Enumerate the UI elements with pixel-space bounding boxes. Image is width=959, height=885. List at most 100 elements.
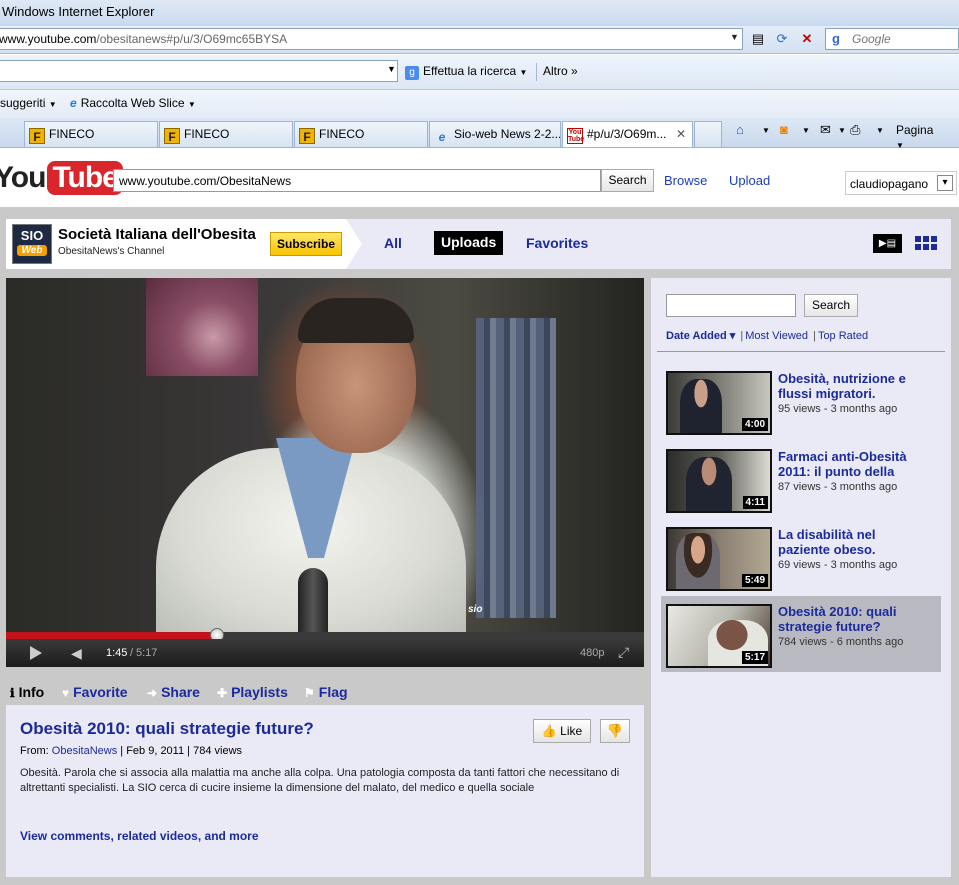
channel-search-input[interactable] bbox=[666, 294, 796, 317]
sort-top-rated[interactable]: Top Rated bbox=[818, 330, 868, 342]
compatibility-icon[interactable]: ▤ bbox=[748, 29, 768, 49]
divider bbox=[657, 351, 945, 352]
volume-icon[interactable]: ◀ bbox=[71, 645, 82, 662]
stop-icon[interactable]: ✕ bbox=[797, 29, 817, 49]
mail-icon[interactable]: ✉ bbox=[820, 122, 831, 138]
tab-share[interactable]: ➜ Share bbox=[147, 684, 200, 700]
channel-search-button[interactable]: Search bbox=[804, 294, 858, 317]
browser-tab[interactable]: F FINECO bbox=[294, 121, 428, 147]
logo-you: You bbox=[0, 161, 46, 194]
feeds-icon[interactable]: ◙ bbox=[780, 122, 788, 137]
refresh-icon[interactable]: ⟳ bbox=[772, 29, 792, 49]
browse-link[interactable]: Browse bbox=[664, 173, 707, 188]
mail-dropdown-icon[interactable]: ▼ bbox=[838, 126, 846, 135]
dislike-button[interactable]: 👎 bbox=[600, 719, 630, 743]
chevron-down-icon[interactable]: ▾ bbox=[937, 175, 953, 191]
tab-label: FINECO bbox=[184, 127, 230, 141]
new-tab-button[interactable] bbox=[694, 121, 722, 147]
tab-all[interactable]: All bbox=[384, 235, 402, 251]
feeds-dropdown-icon[interactable]: ▼ bbox=[802, 126, 810, 135]
video-list-title[interactable]: La disabilità nel paziente obeso. bbox=[778, 527, 928, 557]
video-list-item[interactable]: 4:11 Farmaci anti-Obesità 2011: il punto… bbox=[661, 441, 941, 515]
video-list-meta: 69 views - 3 months ago bbox=[778, 559, 898, 571]
browser-tab-active[interactable]: You Tube #p/u/3/O69m... ✕ bbox=[562, 121, 693, 147]
video-list-item[interactable]: 5:49 La disabilità nel paziente obeso. 6… bbox=[661, 519, 941, 593]
player-controls: ◀ 1:45 / 5:17 480p ⤢ bbox=[6, 639, 644, 667]
quality-button[interactable]: 480p bbox=[580, 647, 604, 659]
like-label: Like bbox=[560, 724, 583, 738]
tab-share-label: Share bbox=[161, 684, 200, 700]
video-thumbnail[interactable]: 4:00 bbox=[666, 371, 772, 435]
subscribe-button[interactable]: Subscribe bbox=[270, 232, 342, 256]
web-slice-gallery-button[interactable]: e Raccolta Web Slice ▼ bbox=[70, 96, 196, 110]
browser-tab[interactable]: F FINECO bbox=[159, 121, 293, 147]
tab-bar: F FINECO F FINECO F FINECO e Sio-web News 2-… bbox=[0, 118, 959, 148]
tab-info[interactable]: ℹ Info bbox=[10, 684, 44, 700]
suggested-sites-label: suggeriti bbox=[0, 96, 46, 110]
sio-web-logo[interactable]: SIO Web bbox=[12, 224, 52, 264]
suggested-sites-button[interactable]: suggeriti ▼ bbox=[0, 96, 57, 110]
close-tab-icon[interactable]: ✕ bbox=[676, 127, 686, 141]
grid-view-icon[interactable] bbox=[915, 236, 937, 250]
toolbar-more-button[interactable]: Altro » bbox=[543, 64, 578, 78]
tab-info-label: Info bbox=[18, 684, 45, 700]
toolbar-dropdown-icon[interactable]: ▼ bbox=[387, 64, 396, 74]
progress-fill bbox=[6, 632, 217, 639]
video-thumbnail[interactable]: 4:11 bbox=[666, 449, 772, 513]
address-field[interactable]: www.youtube.com/obesitanews#p/u/3/O69mc6… bbox=[0, 28, 743, 50]
sort-most-viewed[interactable]: Most Viewed bbox=[745, 330, 808, 342]
home-icon[interactable]: ⌂ bbox=[736, 122, 744, 137]
upload-link[interactable]: Upload bbox=[729, 173, 770, 188]
toolbar-search-button[interactable]: g Effettua la ricerca ▼ bbox=[405, 64, 527, 80]
video-list-item-selected[interactable]: 5:17 Obesità 2010: quali strategie futur… bbox=[661, 596, 941, 672]
fineco-favicon-icon: F bbox=[29, 128, 45, 144]
browser-tab[interactable]: F FINECO bbox=[24, 121, 158, 147]
like-button[interactable]: 👍 Like bbox=[533, 719, 591, 743]
print-icon[interactable]: ⎙ bbox=[850, 122, 860, 138]
tab-uploads[interactable]: Uploads bbox=[434, 231, 504, 255]
toolbar-search-input[interactable] bbox=[0, 60, 398, 82]
fullscreen-icon[interactable]: ⤢ bbox=[618, 644, 629, 661]
tab-flag[interactable]: ⚑ Flag bbox=[304, 684, 348, 700]
google-toolbar: ▼ g Effettua la ricerca ▼ Altro » bbox=[0, 55, 959, 90]
youtube-logo[interactable]: You Tube bbox=[0, 161, 123, 197]
youtube-search-button[interactable]: Search bbox=[601, 169, 654, 192]
web-slice-label: Raccolta Web Slice bbox=[80, 96, 185, 110]
video-duration: 5:17 bbox=[741, 651, 768, 664]
sort-date-added[interactable]: Date Added ▾ bbox=[666, 330, 735, 342]
video-frame[interactable]: sio bbox=[6, 278, 644, 638]
page-menu-button[interactable]: Pagina ▼ bbox=[896, 123, 933, 151]
print-dropdown-icon[interactable]: ▼ bbox=[876, 126, 884, 135]
youtube-search-input[interactable]: www.youtube.com/ObesitaNews bbox=[113, 169, 601, 192]
progress-bar[interactable] bbox=[6, 628, 644, 642]
author-link[interactable]: ObesitaNews bbox=[52, 745, 117, 757]
play-icon[interactable] bbox=[30, 646, 42, 660]
thumbs-up-icon: 👍 bbox=[541, 724, 557, 738]
more-link[interactable]: View comments, related videos, and more bbox=[20, 829, 259, 843]
tab-favorites[interactable]: Favorites bbox=[526, 235, 588, 251]
tab-label: Sio-web News 2-2... bbox=[454, 127, 561, 141]
video-watermark-logo: sio bbox=[468, 604, 483, 615]
channel-name[interactable]: Società Italiana dell'Obesita bbox=[58, 226, 256, 243]
tab-playlists-label: Playlists bbox=[231, 684, 288, 700]
ie-favicon-icon: e bbox=[438, 130, 446, 144]
heart-icon: ♥ bbox=[62, 686, 70, 700]
video-list-item[interactable]: 4:00 Obesità, nutrizione e flussi migrat… bbox=[661, 363, 941, 437]
search-provider-box[interactable]: g Google bbox=[825, 28, 959, 50]
address-dropdown-icon[interactable]: ▼ bbox=[730, 32, 739, 42]
video-list-title[interactable]: Farmaci anti-Obesità 2011: il punto dell… bbox=[778, 449, 928, 479]
player-view-icon[interactable]: ▶▤ bbox=[873, 234, 902, 253]
video-thumbnail[interactable]: 5:17 bbox=[666, 604, 772, 668]
tab-favorite[interactable]: ♥ Favorite bbox=[62, 684, 128, 700]
video-player[interactable]: sio ◀ 1:45 / 5:17 480p ⤢ bbox=[6, 278, 644, 667]
video-thumbnail[interactable]: 5:49 bbox=[666, 527, 772, 591]
home-dropdown-icon[interactable]: ▼ bbox=[762, 126, 770, 135]
uploads-sidebar: Search Date Added ▾ | Most Viewed | Top Ra… bbox=[651, 278, 951, 877]
user-menu[interactable]: claudiopagano ▾ bbox=[845, 171, 957, 195]
favorites-bar: suggeriti ▼ e Raccolta Web Slice ▼ bbox=[0, 90, 959, 118]
browser-tab[interactable]: e Sio-web News 2-2... bbox=[429, 121, 561, 147]
video-list-title[interactable]: Obesità, nutrizione e flussi migratori. bbox=[778, 371, 928, 401]
speaker-hair bbox=[298, 298, 414, 343]
tab-playlists[interactable]: ✚ Playlists bbox=[217, 684, 288, 700]
video-list-title[interactable]: Obesità 2010: quali strategie future? bbox=[778, 604, 928, 634]
